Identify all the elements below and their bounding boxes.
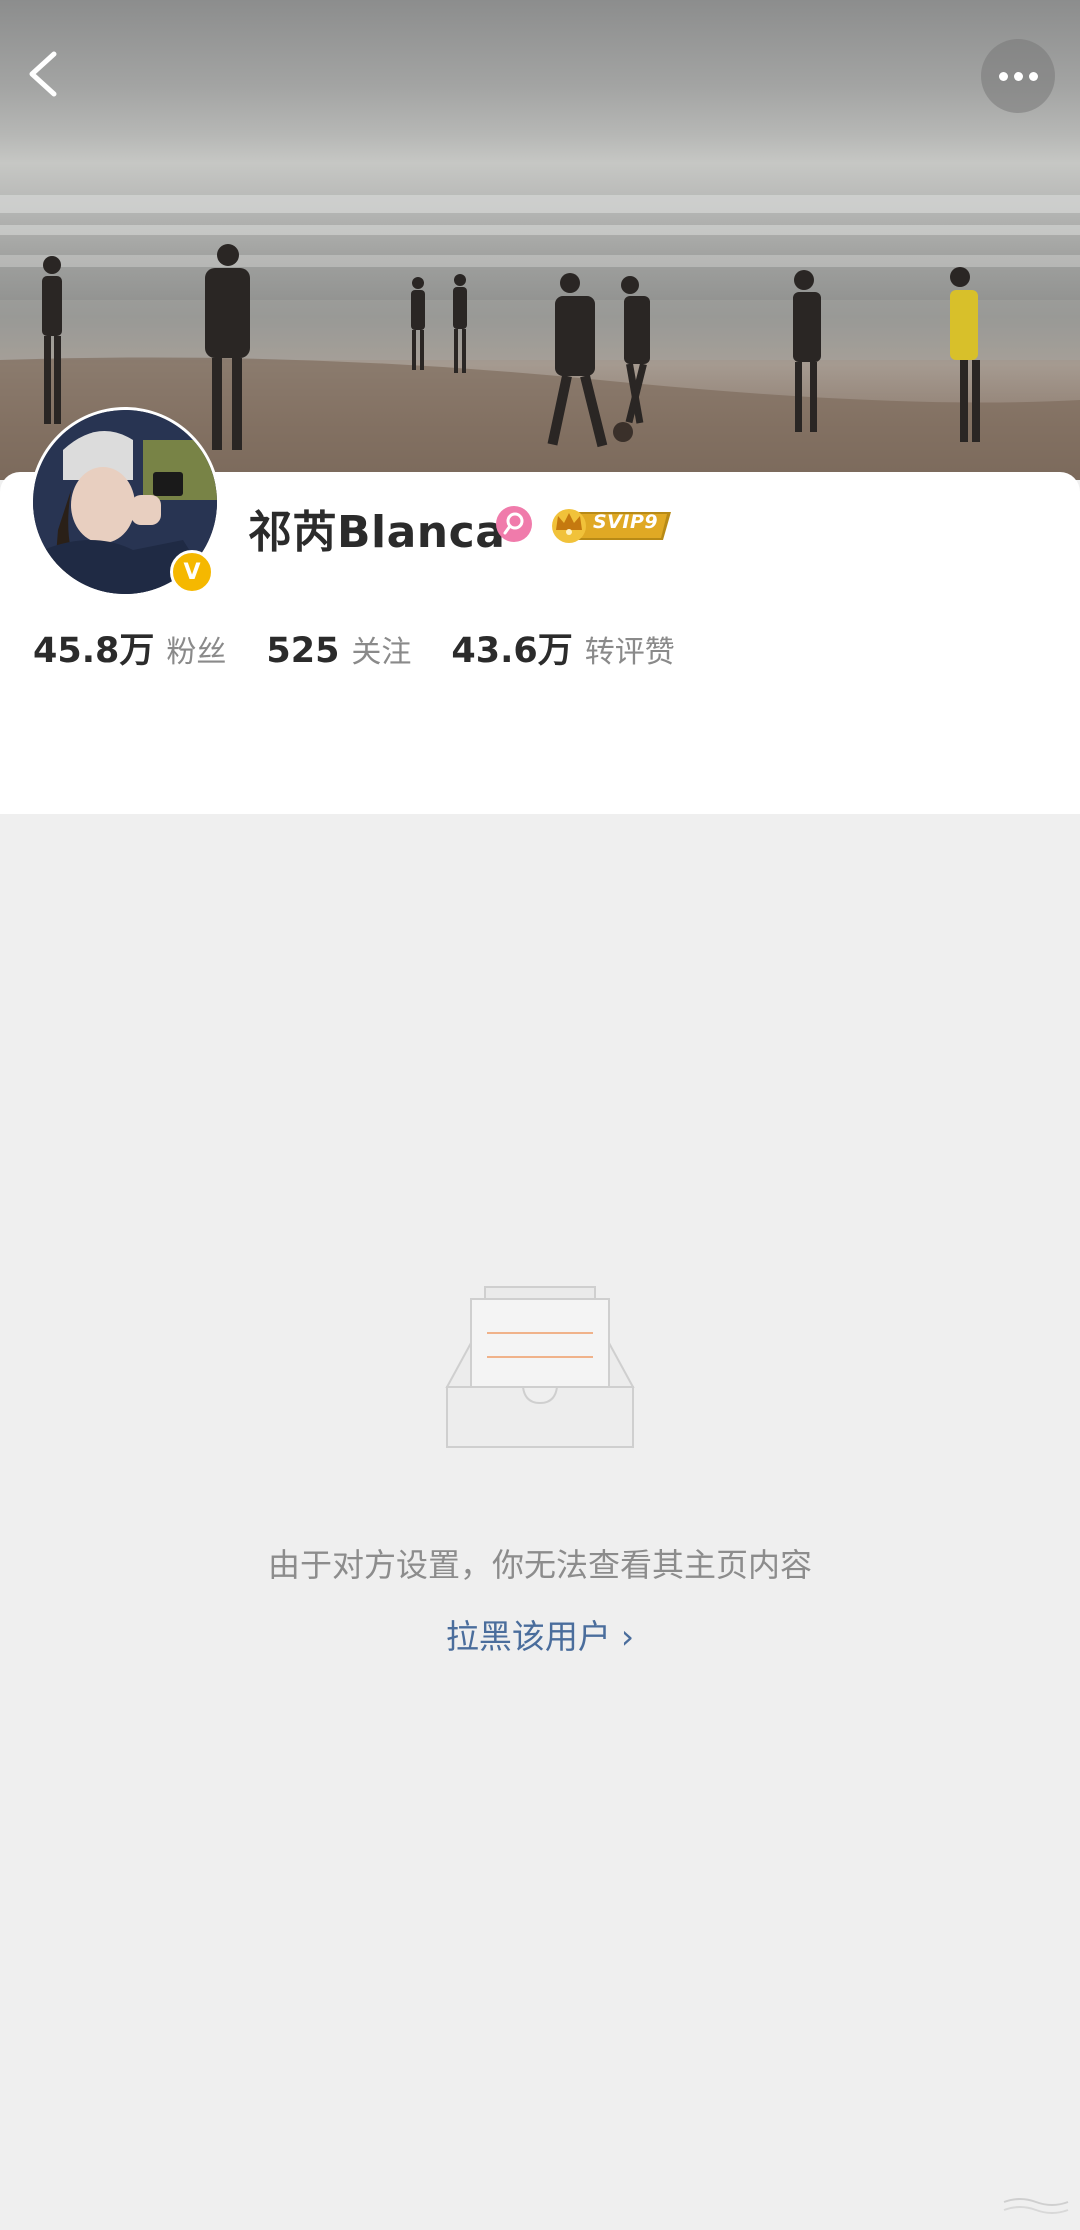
chevron-right-icon: ›: [620, 1617, 635, 1656]
more-button[interactable]: [981, 39, 1055, 113]
empty-state-message: 由于对方设置，你无法查看其主页内容: [267, 1546, 812, 1584]
block-user-link[interactable]: 拉黑该用户 ›: [0, 1610, 1080, 1658]
stat-interactions[interactable]: 43.6万 转评赞: [451, 622, 674, 673]
stat-value: 525: [266, 631, 340, 671]
stats-row: 45.8万 粉丝 525 关注 43.6万 转评赞: [33, 622, 715, 678]
back-button[interactable]: [18, 44, 74, 104]
stat-followers[interactable]: 45.8万 粉丝: [33, 622, 226, 673]
stat-value: 45.8万: [33, 631, 155, 671]
block-user-label: 拉黑该用户: [445, 1617, 611, 1656]
stat-label: 转评赞: [584, 635, 675, 670]
stat-label: 关注: [351, 635, 412, 670]
corner-decoration: [1003, 2198, 1069, 2214]
chevron-left-icon: [29, 51, 57, 97]
beach-scene-image: [0, 195, 1080, 480]
stat-value: 43.6万: [451, 631, 573, 671]
cover-photo: [0, 0, 1080, 480]
stat-following[interactable]: 525 关注: [266, 627, 411, 671]
svip-badge[interactable]: SVIP9: [545, 502, 675, 546]
female-icon: [496, 506, 532, 542]
svip-label: SVIP9: [593, 511, 659, 533]
empty-inbox-icon: [445, 1285, 635, 1450]
stat-label: 粉丝: [166, 635, 227, 670]
username: 祁芮Blanca: [248, 507, 506, 558]
verified-badge: V: [170, 550, 214, 594]
profile-page: V 祁芮Blanca SVIP9 45.8万 粉丝 525 关注 43.6万 转…: [0, 0, 1080, 2230]
